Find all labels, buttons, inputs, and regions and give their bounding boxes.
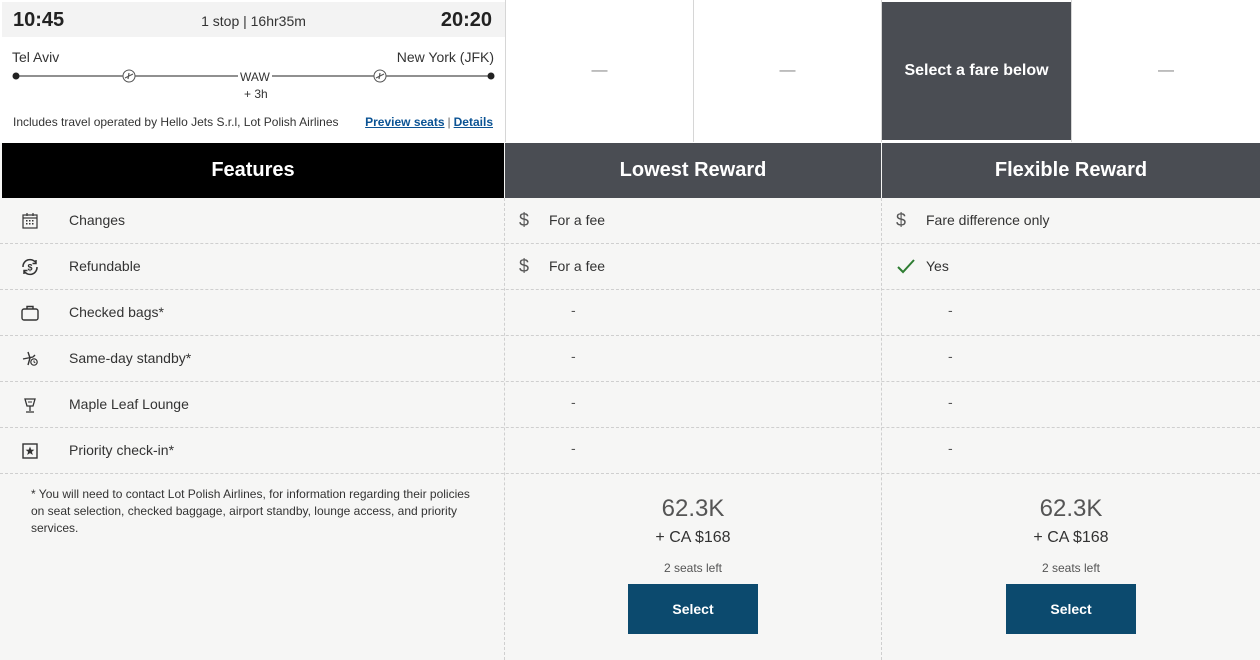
select-lowest-button[interactable]: Select xyxy=(628,584,758,634)
cash-price: + CA $168 xyxy=(1033,529,1109,546)
details-link[interactable]: Details xyxy=(454,115,493,129)
lowest-cell: $ For a fee xyxy=(505,198,881,244)
flexible-reward-header: Flexible Reward xyxy=(882,143,1260,198)
cash-price: + CA $168 xyxy=(655,529,731,546)
flexible-cell: - xyxy=(882,428,1260,474)
lowest-cell: - xyxy=(505,290,881,336)
fare-cell-selected[interactable]: Select a fare below xyxy=(882,2,1071,140)
plane-icon-2 xyxy=(373,69,387,83)
feature-label: Changes xyxy=(69,212,126,228)
dollar-icon: $ xyxy=(519,210,530,230)
flight-summary-bar: 10:45 1 stop | 16hr35m 20:20 Tel Aviv Ne… xyxy=(0,0,1260,142)
calendar-icon xyxy=(22,213,38,229)
fare-comparison-table: Features Lowest Reward Flexible Reward C… xyxy=(0,143,1260,660)
feature-label: Refundable xyxy=(69,258,141,274)
flexible-cell: - xyxy=(882,290,1260,336)
check-icon xyxy=(897,259,915,274)
flight-links: Preview seats | Details xyxy=(365,115,493,129)
points-price: 62.3K xyxy=(661,495,725,522)
feature-label: Checked bags* xyxy=(69,304,164,320)
route-line: WAW + 3h xyxy=(2,64,505,104)
link-separator: | xyxy=(447,115,451,129)
lowest-cell: - xyxy=(505,382,881,428)
table-row-priority: Priority check-in* - - xyxy=(0,428,1260,474)
feature-label: Same-day standby* xyxy=(69,350,192,366)
fare-cell-1[interactable]: — xyxy=(506,2,693,140)
flexible-price-block: 62.3K + CA $168 2 seats left Select xyxy=(882,495,1260,634)
cell-text: - xyxy=(571,394,576,410)
stops-duration: 1 stop | 16hr35m xyxy=(201,13,306,29)
table-row-lounge: Maple Leaf Lounge - - xyxy=(0,382,1260,428)
fare-cell-2[interactable]: — xyxy=(694,2,881,140)
svg-text:$: $ xyxy=(27,263,32,273)
feature-label: Priority check-in* xyxy=(69,442,175,458)
lowest-cell: - xyxy=(505,428,881,474)
lowest-reward-header: Lowest Reward xyxy=(505,143,881,198)
standby-icon xyxy=(22,351,38,366)
flight-card: 10:45 1 stop | 16hr35m 20:20 Tel Aviv Ne… xyxy=(2,2,505,140)
cell-text: - xyxy=(948,440,953,456)
table-row-checked-bags: Checked bags* - - xyxy=(0,290,1260,336)
cell-text: - xyxy=(948,394,953,410)
lounge-icon xyxy=(24,398,36,413)
plane-icon-1 xyxy=(122,69,136,83)
connection-airport: WAW xyxy=(238,70,272,84)
cell-text: For a fee xyxy=(549,258,606,274)
cell-text: - xyxy=(571,440,576,456)
table-row-refundable: $ Refundable $ For a fee Yes xyxy=(0,244,1260,290)
bag-icon xyxy=(21,305,39,321)
priority-icon xyxy=(22,443,38,459)
preview-seats-link[interactable]: Preview seats xyxy=(365,115,444,129)
arrival-time: 20:20 xyxy=(440,9,492,31)
dollar-icon: $ xyxy=(519,256,530,276)
operated-by-text: Includes travel operated by Hello Jets S… xyxy=(13,115,339,129)
cell-text: - xyxy=(571,302,576,318)
feature-label: Maple Leaf Lounge xyxy=(69,396,189,412)
seats-left: 2 seats left xyxy=(663,561,723,575)
lowest-price-block: 62.3K + CA $168 2 seats left Select xyxy=(505,495,881,634)
cell-text: For a fee xyxy=(549,212,606,228)
flexible-cell: - xyxy=(882,382,1260,428)
points-price: 62.3K xyxy=(1039,495,1103,522)
fare-cell-4[interactable]: — xyxy=(1072,2,1260,140)
select-flexible-button[interactable]: Select xyxy=(1006,584,1136,634)
time-row: 10:45 1 stop | 16hr35m 20:20 xyxy=(2,2,505,37)
lowest-cell: - xyxy=(505,336,881,382)
dollar-icon: $ xyxy=(896,210,907,230)
lowest-cell: $ For a fee xyxy=(505,244,881,290)
flexible-cell: - xyxy=(882,336,1260,382)
layover-duration: + 3h xyxy=(244,87,268,101)
footnote: * You will need to contact Lot Polish Ai… xyxy=(31,487,470,535)
cell-text: Fare difference only xyxy=(926,212,1050,228)
origin-city: Tel Aviv xyxy=(12,49,60,65)
cell-text: - xyxy=(571,348,576,364)
table-row-standby: Same-day standby* - - xyxy=(0,336,1260,382)
flexible-cell: $ Fare difference only xyxy=(882,198,1260,244)
table-row-changes: Changes $ For a fee $ Fare difference on… xyxy=(0,198,1260,244)
features-header: Features xyxy=(2,143,504,198)
seats-left: 2 seats left xyxy=(1041,561,1101,575)
flexible-cell: Yes xyxy=(882,244,1260,290)
refund-icon: $ xyxy=(22,258,38,276)
destination-city: New York (JFK) xyxy=(396,49,494,65)
cell-text: - xyxy=(948,348,953,364)
cell-text: Yes xyxy=(926,258,949,274)
cell-text: - xyxy=(948,302,953,318)
